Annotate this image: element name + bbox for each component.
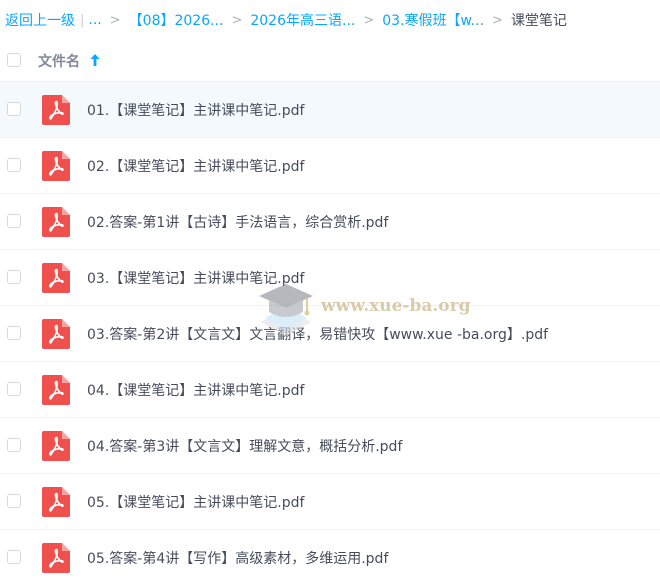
- file-name[interactable]: 02.【课堂笔记】主讲课中笔记.pdf: [87, 156, 304, 176]
- file-name[interactable]: 02.答案-第1讲【古诗】手法语言，综合赏析.pdf: [87, 212, 388, 232]
- back-link[interactable]: 返回上一级: [5, 10, 75, 30]
- filename-column-header[interactable]: 文件名: [38, 51, 80, 71]
- breadcrumb-item-08[interactable]: 【08】2026...: [129, 10, 224, 30]
- file-name[interactable]: 04.【课堂笔记】主讲课中笔记.pdf: [87, 380, 304, 400]
- row-checkbox[interactable]: [7, 214, 21, 228]
- file-row[interactable]: 05.【课堂笔记】主讲课中笔记.pdf: [0, 474, 660, 530]
- breadcrumb-item-winter[interactable]: 03.寒假班【w...: [382, 10, 484, 30]
- file-row[interactable]: 03.答案-第2讲【文言文】文言翻译，易错快攻【www.xue -ba.org】…: [0, 306, 660, 362]
- sort-ascending-icon[interactable]: [89, 53, 101, 67]
- breadcrumb-ellipsis[interactable]: ...: [88, 12, 101, 28]
- file-name[interactable]: 05.答案-第4讲【写作】高级素材，多维运用.pdf: [87, 548, 388, 568]
- file-row[interactable]: 03.【课堂笔记】主讲课中笔记.pdf: [0, 250, 660, 306]
- list-header: 文件名: [0, 41, 660, 82]
- row-checkbox[interactable]: [7, 158, 21, 172]
- file-name[interactable]: 05.【课堂笔记】主讲课中笔记.pdf: [87, 492, 304, 512]
- pdf-file-icon: [42, 207, 70, 237]
- pdf-file-icon: [42, 543, 70, 573]
- file-browser: 返回上一级 | ... > 【08】2026... > 2026年高三语... …: [0, 0, 660, 583]
- file-row[interactable]: 02.【课堂笔记】主讲课中笔记.pdf: [0, 138, 660, 194]
- file-name[interactable]: 01.【课堂笔记】主讲课中笔记.pdf: [87, 100, 304, 120]
- breadcrumb-separator: >: [109, 12, 121, 28]
- row-checkbox[interactable]: [7, 326, 21, 340]
- pdf-file-icon: [42, 319, 70, 349]
- file-name[interactable]: 03.【课堂笔记】主讲课中笔记.pdf: [87, 268, 304, 288]
- select-all-checkbox[interactable]: [7, 53, 21, 67]
- breadcrumb: 返回上一级 | ... > 【08】2026... > 2026年高三语... …: [5, 0, 660, 40]
- row-checkbox[interactable]: [7, 438, 21, 452]
- breadcrumb-divider: |: [80, 12, 85, 28]
- row-checkbox[interactable]: [7, 494, 21, 508]
- row-checkbox[interactable]: [7, 550, 21, 564]
- file-row[interactable]: 01.【课堂笔记】主讲课中笔记.pdf: [0, 82, 660, 138]
- breadcrumb-separator: >: [231, 12, 243, 28]
- file-name[interactable]: 04.答案-第3讲【文言文】理解文意，概括分析.pdf: [87, 436, 402, 456]
- file-row[interactable]: 04.答案-第3讲【文言文】理解文意，概括分析.pdf: [0, 418, 660, 474]
- pdf-file-icon: [42, 151, 70, 181]
- file-row[interactable]: 05.答案-第4讲【写作】高级素材，多维运用.pdf: [0, 530, 660, 583]
- breadcrumb-item-2026[interactable]: 2026年高三语...: [250, 10, 355, 30]
- file-name[interactable]: 03.答案-第2讲【文言文】文言翻译，易错快攻【www.xue -ba.org】…: [87, 324, 548, 344]
- breadcrumb-separator: >: [363, 12, 375, 28]
- pdf-file-icon: [42, 95, 70, 125]
- pdf-file-icon: [42, 263, 70, 293]
- file-row[interactable]: 04.【课堂笔记】主讲课中笔记.pdf: [0, 362, 660, 418]
- pdf-file-icon: [42, 431, 70, 461]
- row-checkbox[interactable]: [7, 270, 21, 284]
- row-checkbox[interactable]: [7, 382, 21, 396]
- breadcrumb-current: 课堂笔记: [510, 13, 567, 29]
- row-checkbox[interactable]: [7, 102, 21, 116]
- pdf-file-icon: [42, 375, 70, 405]
- file-list: 01.【课堂笔记】主讲课中笔记.pdf 02.【课堂笔记】主讲课中笔记.pdf 02…: [0, 82, 660, 583]
- pdf-file-icon: [42, 487, 70, 517]
- file-row[interactable]: 02.答案-第1讲【古诗】手法语言，综合赏析.pdf: [0, 194, 660, 250]
- breadcrumb-separator: >: [492, 12, 503, 28]
